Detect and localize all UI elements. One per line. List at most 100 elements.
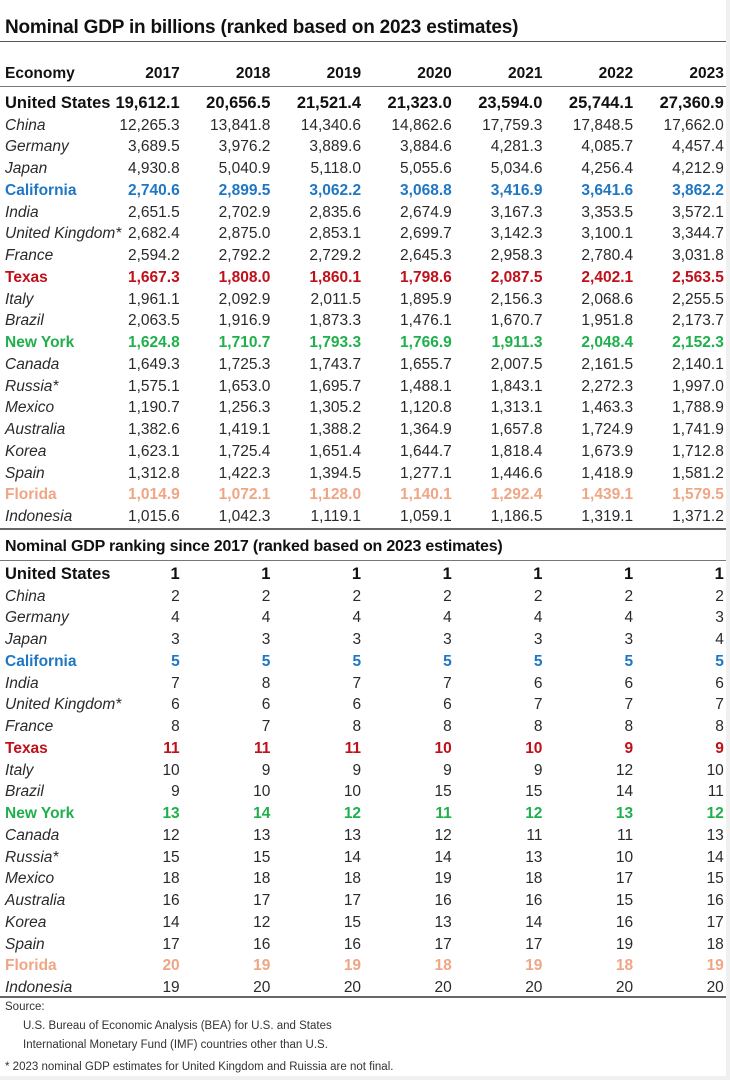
value-cell: 14	[706, 848, 724, 866]
value-cell: 1	[261, 565, 271, 584]
value-cell: 9	[171, 783, 180, 801]
value-cell: 11	[435, 805, 452, 823]
value-cell: 1,059.1	[400, 508, 452, 526]
table-row: India 7 8 7 7 6 6 6	[0, 673, 726, 695]
value-cell: 1,190.7	[127, 399, 180, 417]
value-cell: 17	[162, 935, 180, 953]
value-cell: 12	[615, 761, 634, 779]
value-cell: 2,645.3	[400, 247, 452, 265]
value-cell: 17	[706, 913, 724, 931]
value-cell: 7	[715, 696, 724, 714]
value-cell: 1,710.7	[218, 334, 271, 352]
value-cell: 2,272.3	[581, 377, 634, 395]
value-cell: 5,034.6	[490, 160, 543, 178]
value-cell: 1,667.3	[127, 268, 180, 286]
table-row: China 2 2 2 2 2 2 2	[0, 586, 726, 608]
value-cell: 14	[253, 805, 271, 823]
table-row: Indonesia 1,015.6 1,042.3 1,119.1 1,059.1 1,1…	[0, 506, 726, 528]
value-cell: 1,743.7	[309, 355, 362, 373]
value-cell: 2	[715, 587, 724, 605]
value-cell: 8	[352, 718, 362, 736]
value-cell: 3,572.1	[672, 203, 724, 221]
value-cell: 13	[706, 826, 724, 844]
year-header-2017: 2017	[145, 64, 180, 82]
value-cell: 1	[170, 565, 180, 584]
value-cell: 1,655.7	[400, 355, 452, 373]
value-cell: 16	[706, 892, 724, 910]
value-cell: 1,388.2	[309, 421, 362, 439]
value-cell: 1,418.9	[581, 464, 634, 482]
value-cell: 3,416.9	[490, 181, 543, 199]
value-cell: 1,371.2	[672, 508, 724, 526]
table-row: Canada 12 13 13 12 11 11 13	[0, 825, 726, 847]
value-cell: 12	[343, 805, 362, 823]
value-cell: 8	[624, 718, 634, 736]
table-row: United States 1 1 1 1 1 1 1	[0, 564, 726, 586]
value-cell: 13,841.8	[210, 116, 271, 134]
value-cell: 14	[162, 913, 180, 931]
value-cell: 8	[261, 674, 271, 692]
value-cell: 6	[352, 696, 362, 714]
value-cell: 1,788.9	[672, 399, 724, 417]
value-cell: 13	[434, 913, 452, 931]
value-cell: 7	[624, 696, 634, 714]
value-cell: 2,699.7	[400, 225, 452, 243]
value-cell: 2,729.2	[309, 247, 362, 265]
value-cell: 20	[525, 979, 543, 997]
value-cell: 3,976.2	[218, 138, 271, 156]
value-cell: 2,594.2	[127, 247, 180, 265]
value-cell: 1,256.3	[218, 399, 271, 417]
value-cell: 2,674.9	[400, 203, 452, 221]
value-cell: 1	[351, 565, 362, 584]
value-cell: 16	[253, 935, 271, 953]
value-cell: 3	[443, 631, 452, 649]
source-line-imf: International Monetary Fund (IMF) countr…	[23, 1039, 328, 1051]
value-cell: 3,353.5	[581, 203, 634, 221]
value-cell: 2,853.1	[309, 225, 362, 243]
year-header-2018: 2018	[235, 64, 271, 82]
value-cell: 6	[171, 696, 180, 714]
value-cell: 25,744.1	[568, 94, 634, 113]
value-cell: 17,662.0	[663, 116, 724, 134]
value-cell: 2,651.5	[127, 203, 180, 221]
value-cell: 3	[261, 631, 271, 649]
value-cell: 1,624.8	[127, 334, 180, 352]
value-cell: 2,011.5	[310, 290, 362, 308]
value-cell: 8	[533, 718, 543, 736]
value-cell: 5	[715, 652, 724, 670]
value-cell: 1,860.1	[309, 268, 362, 286]
value-cell: 1,766.9	[400, 334, 452, 352]
value-cell: 2,087.5	[490, 268, 543, 286]
value-cell: 2,792.2	[218, 247, 271, 265]
value-cell: 1,911.3	[491, 334, 543, 352]
value-cell: 6	[261, 696, 271, 714]
value-cell: 7	[352, 674, 362, 692]
table-row: France 2,594.2 2,792.2 2,729.2 2,645.3 2,958.…	[0, 245, 726, 267]
value-cell: 14,340.6	[300, 116, 362, 134]
value-cell: 16	[434, 892, 452, 910]
value-cell: 12,265.3	[119, 116, 180, 134]
gdp-table-bottom-rule	[0, 528, 726, 530]
value-cell: 1,951.8	[581, 312, 634, 330]
year-header-2023: 2023	[689, 64, 724, 82]
value-cell: 18	[615, 957, 634, 975]
value-cell: 11	[163, 739, 180, 757]
value-cell: 19	[162, 979, 180, 997]
value-cell: 11	[526, 826, 543, 844]
value-cell: 17,848.5	[572, 116, 634, 134]
value-cell: 1,712.8	[672, 442, 724, 460]
value-cell: 20	[706, 979, 724, 997]
value-cell: 1,128.0	[309, 486, 362, 504]
value-cell: 2,958.3	[490, 247, 543, 265]
value-cell: 3,167.3	[490, 203, 543, 221]
value-cell: 4	[261, 609, 271, 627]
value-cell: 1,463.3	[581, 399, 634, 417]
table-row: Brazil 9 10 10 15 15 14 11	[0, 782, 726, 804]
value-cell: 1,014.9	[127, 486, 180, 504]
value-cell: 19	[253, 957, 271, 975]
table-row: New York 13 14 12 11 12 13 12	[0, 803, 726, 825]
value-cell: 1,394.5	[309, 464, 362, 482]
value-cell: 3,068.8	[400, 181, 452, 199]
year-header-2019: 2019	[326, 64, 362, 82]
value-cell: 1,119.1	[310, 508, 362, 526]
